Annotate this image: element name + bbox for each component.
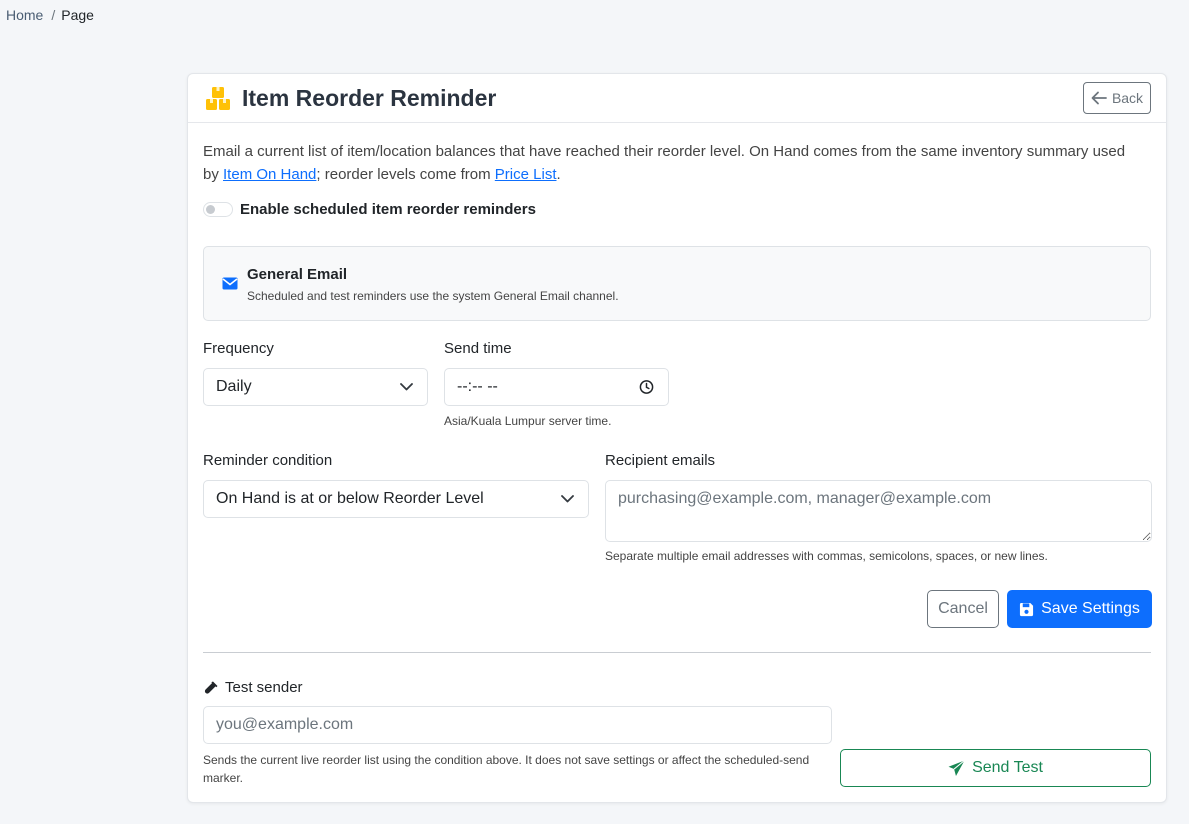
- send-time-label: Send time: [444, 340, 512, 357]
- test-help: Sends the current live reorder list usin…: [203, 753, 810, 785]
- back-button-label: Back: [1111, 90, 1144, 106]
- email-channel-description: Scheduled and test reminders use the sys…: [247, 289, 619, 303]
- condition-select[interactable]: On Hand is at or below Reorder Level: [203, 480, 589, 518]
- chevron-down-icon: [561, 495, 574, 503]
- chevron-down-icon: [400, 383, 413, 391]
- clock-icon[interactable]: [639, 380, 654, 395]
- email-channel-info: General Email Scheduled and test reminde…: [203, 246, 1151, 321]
- envelope-icon: [222, 277, 238, 290]
- cancel-button-label: Cancel: [938, 600, 988, 617]
- frequency-select[interactable]: Daily: [203, 368, 428, 406]
- floppy-disk-icon: [1020, 602, 1034, 616]
- save-settings-button[interactable]: Save Settings: [1007, 590, 1152, 628]
- schedule-toggle-label[interactable]: Enable scheduled item reorder reminders: [240, 201, 536, 218]
- item-on-hand-link[interactable]: Item On Hand: [223, 166, 316, 183]
- save-settings-label: Save Settings: [1041, 600, 1140, 617]
- frequency-value: Daily: [216, 378, 252, 395]
- schedule-toggle-row: Enable scheduled item reorder reminders: [203, 201, 536, 218]
- arrow-left-icon: [1091, 91, 1107, 105]
- send-time-input[interactable]: --:-- --: [444, 368, 669, 406]
- price-list-link[interactable]: Price List: [495, 166, 557, 183]
- send-time-value: --:-- --: [457, 378, 498, 395]
- breadcrumb-home-link[interactable]: Home: [6, 7, 43, 23]
- page-title-text: Item Reorder Reminder: [242, 85, 497, 111]
- schedule-toggle-switch[interactable]: [203, 202, 233, 217]
- recipients-help: Separate multiple email addresses with c…: [605, 549, 1048, 563]
- test-sender-label: Test sender: [225, 679, 303, 696]
- condition-label: Reminder condition: [203, 452, 333, 469]
- paper-plane-icon: [948, 759, 965, 776]
- test-email-input[interactable]: [203, 706, 832, 744]
- recipients-textarea[interactable]: [605, 480, 1152, 542]
- breadcrumb-current: Page: [61, 7, 94, 23]
- cancel-button[interactable]: Cancel: [927, 590, 999, 628]
- frequency-label: Frequency: [203, 340, 274, 357]
- condition-value: On Hand is at or below Reorder Level: [216, 490, 484, 507]
- back-button[interactable]: Back: [1083, 82, 1151, 114]
- reminder-card: Item Reorder Reminder Back Email a curre…: [187, 73, 1167, 803]
- breadcrumb: Home / Page: [6, 7, 94, 23]
- card-header: Item Reorder Reminder Back: [188, 74, 1166, 123]
- email-channel-title: General Email: [247, 266, 348, 283]
- intro-text-part: ; reorder levels come from: [316, 166, 495, 183]
- page-title: Item Reorder Reminder: [205, 85, 496, 112]
- send-time-help: Asia/Kuala Lumpur server time.: [444, 414, 612, 428]
- send-test-label: Send Test: [972, 759, 1043, 776]
- section-divider: [203, 652, 1151, 653]
- recipients-label: Recipient emails: [605, 452, 716, 469]
- vial-icon: [204, 681, 218, 694]
- boxes-icon: [206, 86, 230, 110]
- breadcrumb-separator: /: [51, 7, 56, 23]
- send-test-button[interactable]: Send Test: [840, 749, 1151, 787]
- intro-text: Email a current list of item/location ba…: [203, 140, 1143, 186]
- test-sender-heading: Test sender: [203, 679, 303, 696]
- intro-text-part: .: [556, 166, 561, 183]
